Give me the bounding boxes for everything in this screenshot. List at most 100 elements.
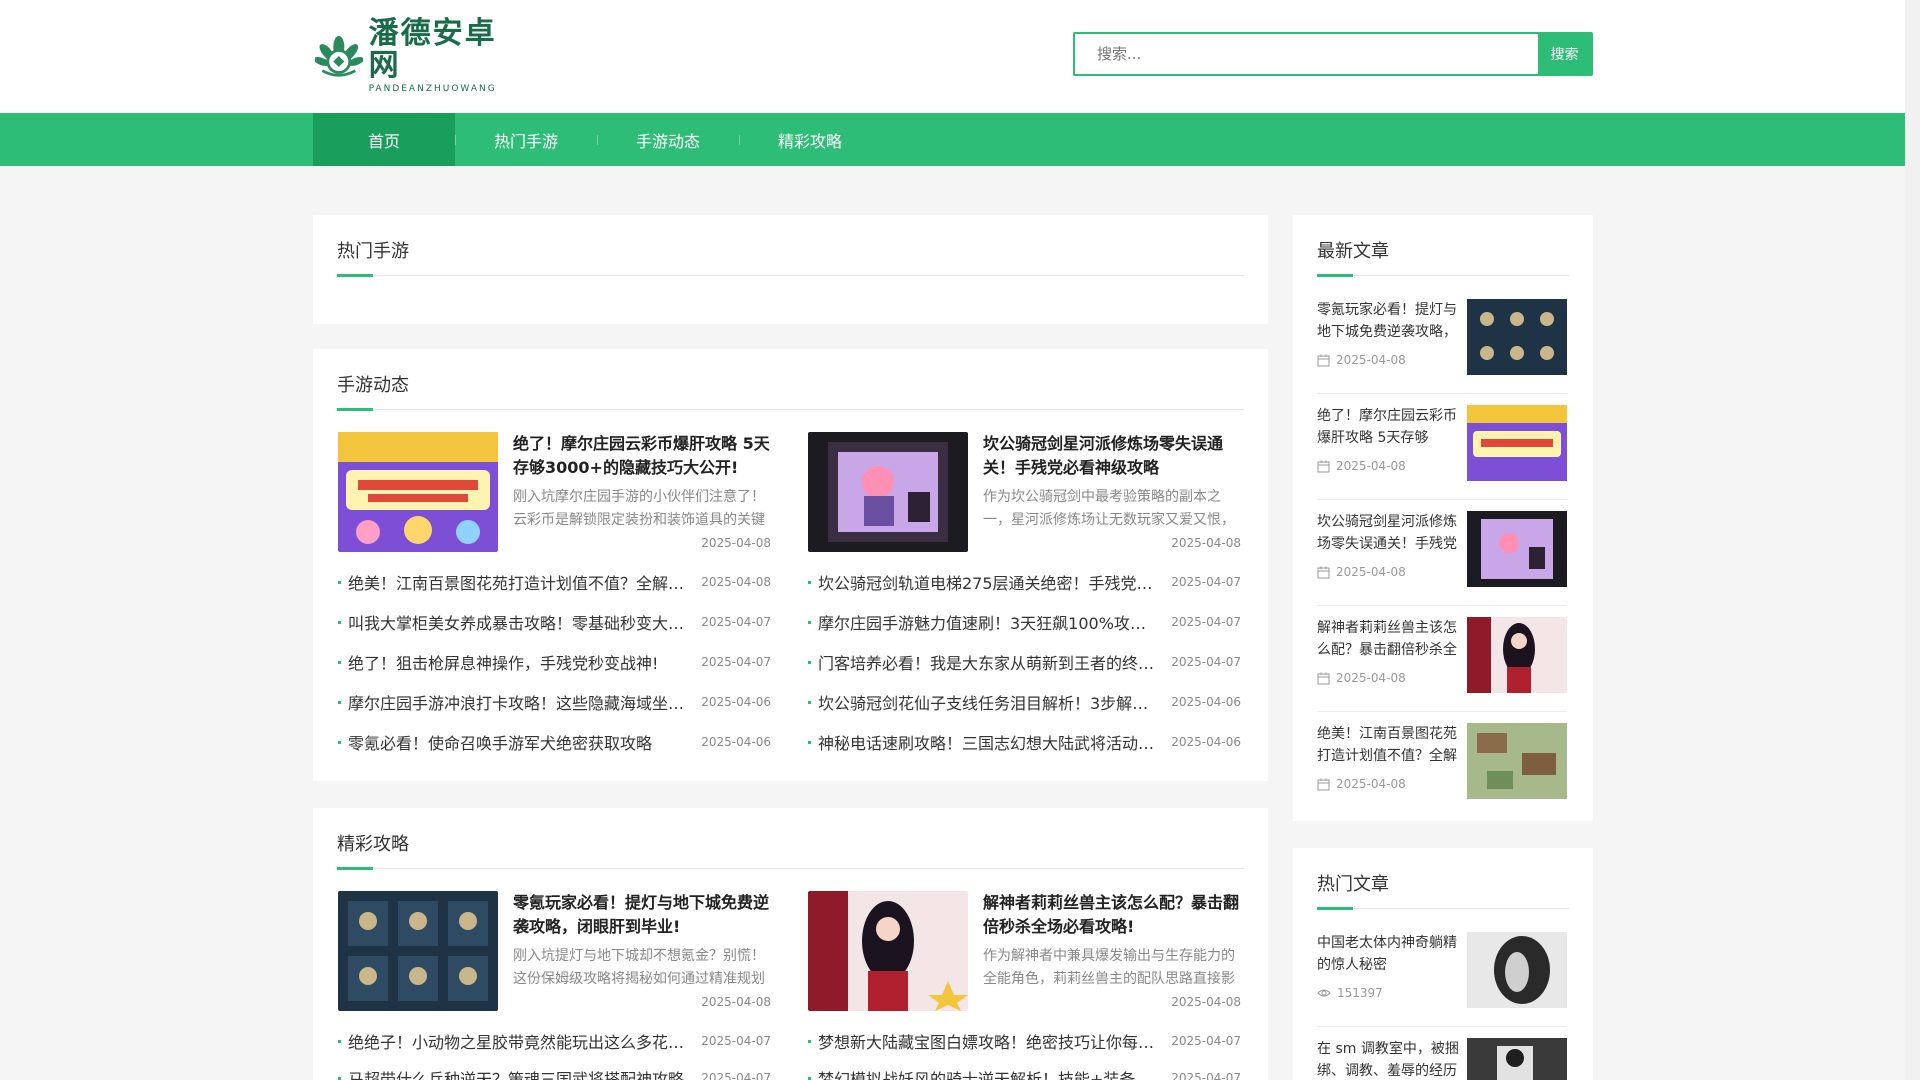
list-item[interactable]: 绝了！狙击枪屏息神操作，手残党秒变战神! 2025-04-07 [338, 650, 771, 674]
nav-home[interactable]: 首页 [313, 113, 455, 166]
divider [1317, 393, 1567, 394]
article-thumbnail[interactable] [1467, 723, 1567, 799]
article-title[interactable]: 坎公骑冠剑星河派修炼场零失误通关！手残党必看 [1317, 511, 1459, 555]
article-thumbnail[interactable] [1467, 511, 1567, 587]
list-item[interactable]: 门客培养必看！我是大东家从萌新到王者的终极秘籍 2025-04-07 [808, 650, 1241, 674]
article-date: 2025-04-08 [1336, 565, 1406, 579]
article-title[interactable]: 中国老太体内神奇躺精的惊人秘密 [1317, 932, 1459, 976]
article-date: 2025-04-08 [1336, 671, 1406, 685]
article-title[interactable]: 坎公骑冠剑星河派修炼场零失误通关！手残党必看神级攻略 [983, 432, 1241, 480]
bullet [338, 1039, 341, 1043]
article-thumbnail[interactable] [808, 891, 968, 1011]
article-thumbnail[interactable] [338, 432, 498, 552]
calendar-icon [1317, 672, 1330, 684]
bullet [338, 700, 341, 704]
divider [1317, 711, 1567, 712]
list-item-title[interactable]: 坎公骑冠剑花仙子支线任务泪目解析！3步解锁隐藏结局 [818, 690, 1161, 714]
sidebar-article[interactable]: 绝美！江南百景图花苑打造计划值不值？全解析 2025-04-08 [1317, 723, 1567, 801]
list-item[interactable]: 零氪必看！使命召唤手游军犬绝密获取攻略 2025-04-06 [338, 730, 771, 754]
list-item-date: 2025-04-06 [701, 735, 771, 749]
article-title[interactable]: 零氪玩家必看！提灯与地下城免费逆袭攻略，闭眼肝到毕业! [513, 891, 771, 939]
section-divider [337, 408, 1244, 411]
list-item-title[interactable]: 零氪必看！使命召唤手游军犬绝密获取攻略 [348, 730, 691, 754]
site-logo[interactable]: 潘德安卓网 PANDEANZHUOWANG [315, 18, 515, 94]
list-item[interactable]: 梦幻模拟战妖风的骑士逆天解析！技能+装备全攻略 2025-04-07 [808, 1066, 1241, 1080]
sidebar-article[interactable]: 零氪玩家必看！提灯与地下城免费逆袭攻略，闭眼肝到毕业 2025-04-08 [1317, 299, 1567, 377]
search-button[interactable]: 搜索 [1538, 34, 1591, 74]
featured-article[interactable]: 零氪玩家必看！提灯与地下城免费逆袭攻略，闭眼肝到毕业! 刚入坑提灯与地下城却不想… [338, 891, 771, 1013]
list-item[interactable]: 梦想新大陆藏宝图白嫖攻略！绝密技巧让你每天爆金不停 2025-04-07 [808, 1029, 1241, 1053]
article-date: 2025-04-08 [701, 536, 771, 550]
list-item-title[interactable]: 马超带什么兵种逆天？策魂三国武将搭配神攻略 [348, 1066, 691, 1080]
list-item-title[interactable]: 门客培养必看！我是大东家从萌新到王者的终极秘籍 [818, 650, 1161, 674]
article-title[interactable]: 在 sm 调教室中，被捆绑、调教、羞辱的经历 [1317, 1038, 1459, 1080]
list-item-title[interactable]: 摩尔庄园手游冲浪打卡攻略！这些隐藏海域坐标你都知道吗 [348, 690, 691, 714]
article-title[interactable]: 解神者莉莉丝兽主该怎么配？暴击翻倍秒杀全场 [1317, 617, 1459, 661]
list-item[interactable]: 绝美！江南百景图花苑打造计划值不值？全解析带你避坑 2025-04-08 [338, 570, 771, 594]
bullet [338, 740, 341, 744]
list-item-title[interactable]: 梦幻模拟战妖风的骑士逆天解析！技能+装备全攻略 [818, 1066, 1161, 1080]
nav-hot-games[interactable]: 热门手游 [455, 113, 597, 166]
bullet [808, 580, 811, 584]
article-date: 2025-04-08 [1171, 995, 1241, 1009]
list-item[interactable]: 叫我大掌柜美女养成暴击攻略！零基础秒变大佬的秘诀 2025-04-07 [338, 610, 771, 634]
list-item[interactable]: 摩尔庄园手游魅力值速刷！3天狂飙100%攻略大公开 2025-04-07 [808, 610, 1241, 634]
list-item-title[interactable]: 绝了！狙击枪屏息神操作，手残党秒变战神! [348, 650, 691, 674]
list-item-title[interactable]: 摩尔庄园手游魅力值速刷！3天狂飙100%攻略大公开 [818, 610, 1161, 634]
list-item[interactable]: 坎公骑冠剑轨道电梯275层通关绝密！手残党也能轻松过 2025-04-07 [808, 570, 1241, 594]
article-date: 2025-04-08 [1336, 459, 1406, 473]
list-item[interactable]: 坎公骑冠剑花仙子支线任务泪目解析！3步解锁隐藏结局 2025-04-06 [808, 690, 1241, 714]
sidebar-article[interactable]: 在 sm 调教室中，被捆绑、调教、羞辱的经历 [1317, 1038, 1567, 1080]
article-title[interactable]: 绝了！摩尔庄园云彩币爆肝攻略 5天存够3000+ [1317, 405, 1459, 449]
article-meta: 2025-04-08 [1317, 353, 1406, 367]
sidebar-article[interactable]: 解神者莉莉丝兽主该怎么配？暴击翻倍秒杀全场 2025-04-08 [1317, 617, 1567, 695]
page-scrollbar[interactable] [1905, 0, 1920, 1080]
list-item[interactable]: 神秘电话速刷攻略！三国志幻想大陆武将活动隐藏技巧 2025-04-06 [808, 730, 1241, 754]
article-thumbnail[interactable] [1467, 405, 1567, 481]
list-item-title[interactable]: 神秘电话速刷攻略！三国志幻想大陆武将活动隐藏技巧 [818, 730, 1161, 754]
section-title: 手游动态 [337, 375, 409, 396]
list-item[interactable]: 绝绝子！小动物之星胶带竟然能玩出这么多花头? 2025-04-07 [338, 1029, 771, 1053]
article-thumbnail[interactable] [338, 891, 498, 1011]
search-input[interactable] [1075, 34, 1538, 74]
featured-article[interactable]: 坎公骑冠剑星河派修炼场零失误通关！手残党必看神级攻略 作为坎公骑冠剑中最考验策略… [808, 432, 1241, 554]
article-title[interactable]: 解神者莉莉丝兽主该怎么配？暴击翻倍秒杀全场必看攻略! [983, 891, 1241, 939]
article-thumbnail[interactable] [1467, 1038, 1567, 1080]
list-item-date: 2025-04-08 [701, 575, 771, 589]
article-title[interactable]: 绝了！摩尔庄园云彩币爆肝攻略 5天存够3000+的隐藏技巧大公开! [513, 432, 771, 480]
list-item-title[interactable]: 绝美！江南百景图花苑打造计划值不值？全解析带你避坑 [348, 570, 691, 594]
list-item-date: 2025-04-07 [1171, 615, 1241, 629]
article-thumbnail[interactable] [808, 432, 968, 552]
list-item-title[interactable]: 叫我大掌柜美女养成暴击攻略！零基础秒变大佬的秘诀 [348, 610, 691, 634]
sidebar-article[interactable]: 中国老太体内神奇躺精的惊人秘密 151397 [1317, 932, 1567, 1010]
list-item-title[interactable]: 绝绝子！小动物之星胶带竟然能玩出这么多花头? [348, 1029, 691, 1053]
nav-guides[interactable]: 精彩攻略 [739, 113, 881, 166]
panel-title: 最新文章 [1317, 241, 1389, 262]
sidebar-article[interactable]: 坎公骑冠剑星河派修炼场零失误通关！手残党必看 2025-04-08 [1317, 511, 1567, 589]
article-title[interactable]: 绝美！江南百景图花苑打造计划值不值？全解析 [1317, 723, 1459, 767]
article-thumbnail[interactable] [1467, 617, 1567, 693]
panel-title: 热门文章 [1317, 874, 1389, 895]
article-thumbnail[interactable] [1467, 299, 1567, 375]
list-item[interactable]: 马超带什么兵种逆天？策魂三国武将搭配神攻略 2025-04-07 [338, 1066, 771, 1080]
calendar-icon [1317, 460, 1330, 472]
featured-article[interactable]: 绝了！摩尔庄园云彩币爆肝攻略 5天存够3000+的隐藏技巧大公开! 刚入坑摩尔庄… [338, 432, 771, 554]
sidebar-article[interactable]: 绝了！摩尔庄园云彩币爆肝攻略 5天存够3000+ 2025-04-08 [1317, 405, 1567, 483]
eye-icon [1317, 989, 1331, 997]
article-date: 2025-04-08 [1336, 777, 1406, 791]
view-count: 151397 [1337, 986, 1383, 1000]
article-title[interactable]: 零氪玩家必看！提灯与地下城免费逆袭攻略，闭眼肝到毕业 [1317, 299, 1459, 343]
list-item-date: 2025-04-06 [701, 695, 771, 709]
article-thumbnail[interactable] [1467, 932, 1567, 1008]
list-item-title[interactable]: 坎公骑冠剑轨道电梯275层通关绝密！手残党也能轻松过 [818, 570, 1161, 594]
list-item-date: 2025-04-06 [1171, 735, 1241, 749]
main-nav-bar: 首页 热门手游 手游动态 精彩攻略 [0, 113, 1905, 166]
list-item[interactable]: 摩尔庄园手游冲浪打卡攻略！这些隐藏海域坐标你都知道吗 2025-04-06 [338, 690, 771, 714]
nav-game-news[interactable]: 手游动态 [597, 113, 739, 166]
list-item-date: 2025-04-07 [701, 615, 771, 629]
bullet [808, 1039, 811, 1043]
list-item-title[interactable]: 梦想新大陆藏宝图白嫖攻略！绝密技巧让你每天爆金不停 [818, 1029, 1161, 1053]
logo-title: 潘德安卓网 [368, 16, 497, 83]
featured-article[interactable]: 解神者莉莉丝兽主该怎么配？暴击翻倍秒杀全场必看攻略! 作为解神者中兼具爆发输出与… [808, 891, 1241, 1013]
header: 潘德安卓网 PANDEANZHUOWANG 搜索 [0, 0, 1905, 113]
